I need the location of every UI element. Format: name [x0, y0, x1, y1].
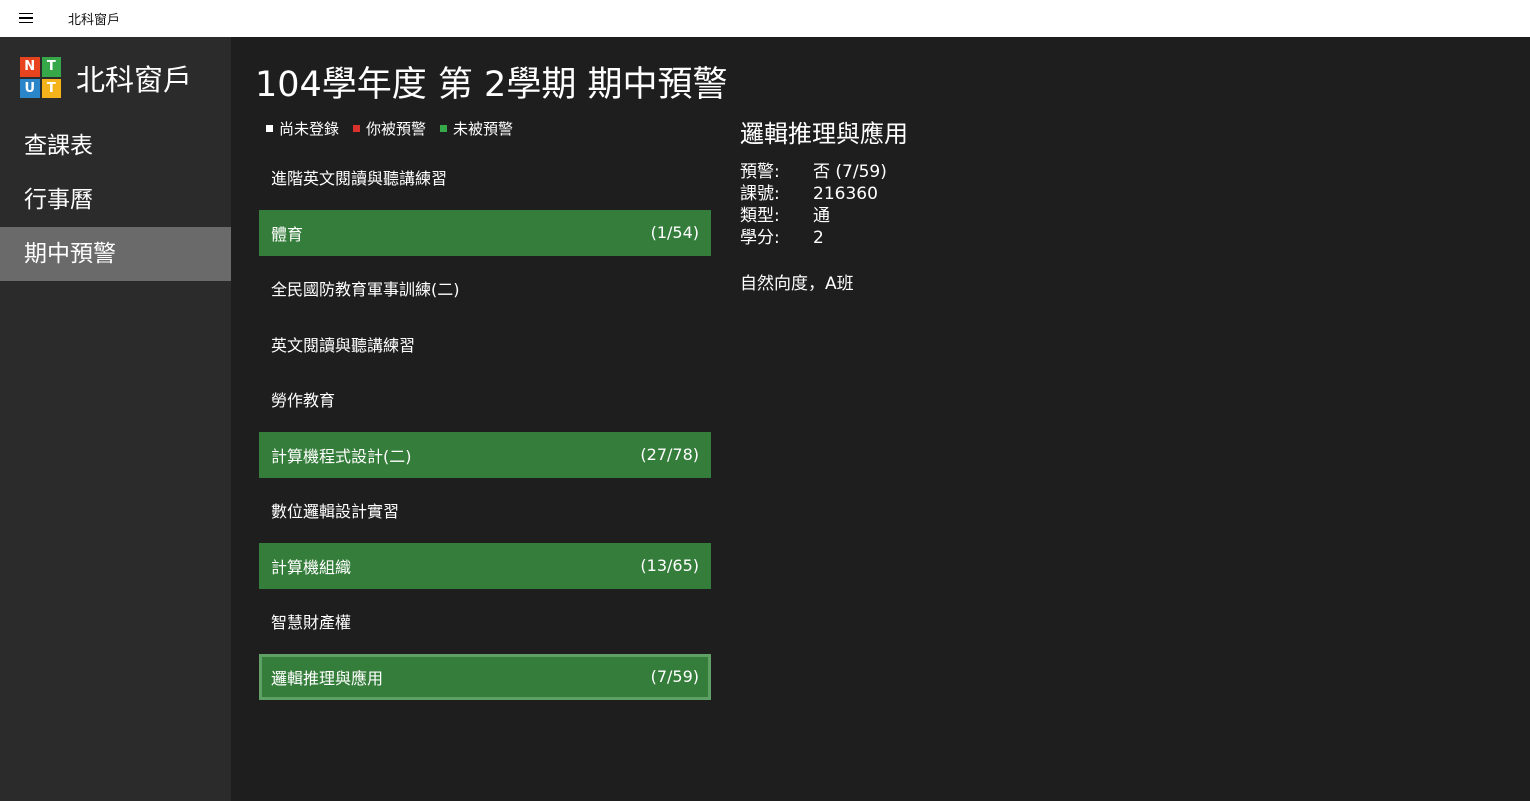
detail-row-credits: 學分: 2: [740, 227, 908, 249]
legend-square-icon: [353, 125, 361, 132]
course-list: 進階英文閱讀與聽講練習 體育 (1/54) 全民國防教育軍事訓練(二) 英文閱讀…: [259, 154, 711, 709]
course-item[interactable]: 智慧財產權: [259, 598, 711, 644]
detail-value: 216360: [813, 184, 878, 204]
detail-key: 課號:: [740, 184, 780, 204]
logo-letter: U: [20, 78, 40, 98]
detail-value: 通: [813, 206, 830, 226]
title-bar: 北科窗戶: [0, 0, 1530, 37]
sidebar-item-calendar[interactable]: 行事曆: [0, 173, 231, 227]
detail-value: 2: [813, 228, 824, 248]
course-name: 體育: [271, 224, 304, 244]
legend-square-icon: [440, 125, 448, 132]
course-name: 全民國防教育軍事訓練(二): [271, 280, 460, 299]
course-count: (13/65): [640, 556, 699, 575]
window-title: 北科窗戶: [68, 13, 121, 28]
course-count: (7/59): [650, 667, 699, 686]
detail-key: 學分:: [740, 228, 780, 248]
course-count: (1/54): [650, 223, 699, 242]
course-count: (27/78): [640, 445, 699, 464]
legend-label: 尚未登錄: [279, 120, 340, 138]
course-name: 邏輯推理與應用: [271, 668, 384, 688]
detail-value: 否 (7/59): [813, 162, 887, 182]
logo-letter: T: [41, 57, 61, 77]
detail-note: 自然向度，A班: [740, 274, 854, 294]
logo-letter: T: [41, 78, 61, 98]
course-item[interactable]: 勞作教育: [259, 376, 711, 422]
sidebar-item-midterm-warning[interactable]: 期中預警: [0, 227, 231, 281]
detail-title: 邏輯推理與應用: [740, 120, 908, 148]
detail-key: 預警:: [740, 162, 780, 182]
course-detail-panel: 邏輯推理與應用 預警: 否 (7/59) 課號: 216360 類型: 通 學分…: [740, 114, 908, 294]
legend-label: 未被預警: [453, 120, 514, 138]
course-item[interactable]: 數位邏輯設計實習: [259, 487, 711, 533]
course-name: 數位邏輯設計實習: [271, 502, 400, 521]
page-title: 104學年度 第 2學期 期中預警: [255, 65, 728, 105]
course-item[interactable]: 進階英文閱讀與聽講練習: [259, 154, 711, 200]
course-name: 計算機組織: [271, 557, 352, 577]
sidebar-item-schedule[interactable]: 查課表: [0, 119, 231, 173]
course-item[interactable]: 英文閱讀與聽講練習: [259, 321, 711, 367]
course-item[interactable]: 計算機程式設計(二) (27/78): [259, 431, 711, 478]
detail-row-warning: 預警: 否 (7/59): [740, 161, 908, 183]
ntut-logo: N T U T: [20, 57, 61, 98]
course-name: 計算機程式設計(二): [271, 446, 412, 466]
detail-row-type: 類型: 通: [740, 205, 908, 227]
detail-key: 類型:: [740, 206, 780, 226]
course-name: 英文閱讀與聽講練習: [271, 335, 416, 355]
legend-item-warned: 你被預警: [353, 118, 426, 139]
detail-row-course-id: 課號: 216360: [740, 183, 908, 205]
legend-square-icon: [266, 125, 273, 132]
legend-item-unrecorded: 尚未登錄: [266, 118, 339, 139]
course-name: 進階英文閱讀與聽講練習: [271, 169, 448, 188]
course-name: 勞作教育: [271, 391, 336, 410]
course-item[interactable]: 全民國防教育軍事訓練(二): [259, 265, 711, 311]
course-item[interactable]: 體育 (1/54): [259, 209, 711, 256]
legend-label: 你被預警: [366, 120, 427, 138]
sidebar-app-title: 北科窗戶: [76, 63, 193, 97]
legend: 尚未登錄 你被預警 未被預警: [266, 118, 513, 139]
course-name: 智慧財產權: [271, 613, 352, 632]
sidebar: N T U T 北科窗戶 查課表 行事曆 期中預警: [0, 37, 231, 801]
course-item[interactable]: 計算機組織 (13/65): [259, 542, 711, 589]
hamburger-menu-icon[interactable]: [12, 6, 40, 30]
logo-letter: N: [20, 57, 40, 77]
legend-item-not-warned: 未被預警: [440, 118, 513, 139]
course-item-selected[interactable]: 邏輯推理與應用 (7/59): [259, 653, 711, 700]
